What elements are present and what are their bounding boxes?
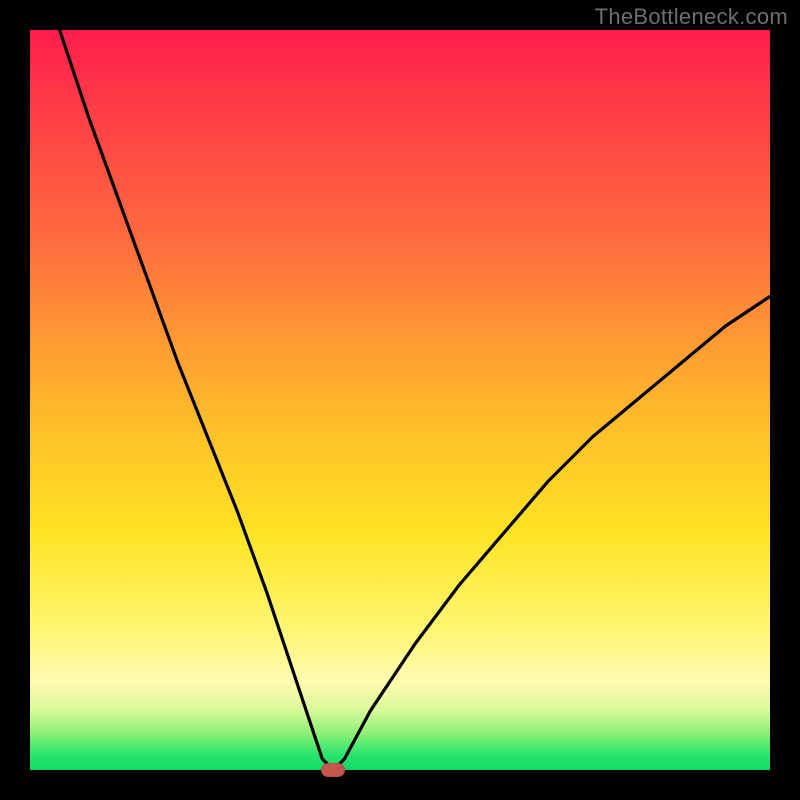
chart-frame: TheBottleneck.com xyxy=(0,0,800,800)
minimum-marker xyxy=(321,763,345,777)
watermark-text: TheBottleneck.com xyxy=(595,4,788,30)
bottleneck-curve xyxy=(30,30,770,770)
plot-area xyxy=(30,30,770,770)
